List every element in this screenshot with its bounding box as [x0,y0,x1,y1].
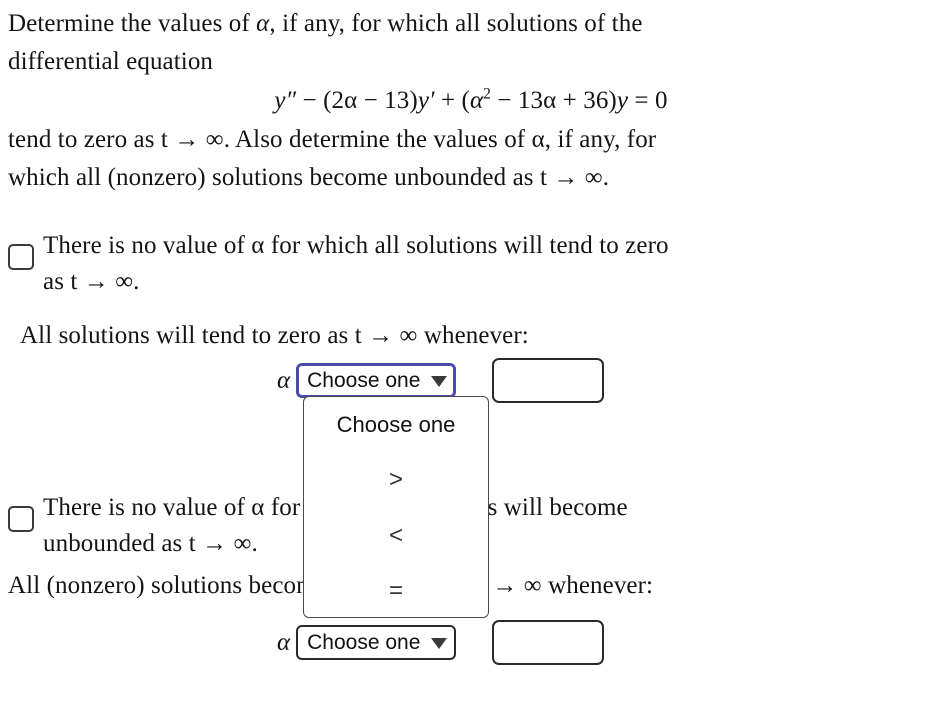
comparison-dropdown-list[interactable]: Choose one > < = [303,396,489,618]
part-a-checkbox-label: There is no value of α for which all sol… [43,228,669,300]
part-a-checkbox[interactable] [8,244,34,270]
differential-equation: y″ − (2α − 13)y′ + (α2 − 13α + 36)y = 0 [8,81,928,121]
stem-text-a: Determine the values of [8,10,257,37]
dropdown-option-choose-one[interactable]: Choose one [304,397,488,453]
part-b-alpha-label: α [277,628,291,656]
stem-line-4: which all (nonzero) solutions become unb… [8,164,610,191]
part-b-value-input[interactable] [492,620,605,665]
part-a-checkbox-label-line-1: There is no value of α for which all sol… [43,232,669,259]
eq-group-2-rest: − 13α + 36) [491,87,617,114]
chevron-down-icon [431,376,448,387]
eq-minus: − [302,87,317,114]
question-page: Determine the values of α, if any, for w… [0,0,936,706]
part-a-checkbox-label-line-2: as t → ∞. [43,268,140,295]
part-b-comparison-select[interactable]: Choose one [296,625,457,660]
eq-plus: + [440,87,456,114]
eq-equals-zero: = 0 [634,87,668,114]
stem-text-b: , if any, for which all solutions of the [269,10,643,37]
eq-alpha: α [469,87,484,114]
part-a-select-value: Choose one [307,368,421,392]
stem-line-3: tend to zero as t → ∞. Also determine th… [8,126,657,153]
eq-group-2-open: ( [461,87,470,114]
part-a-comparison-select[interactable]: Choose one [296,363,457,398]
eq-alpha-exponent: 2 [483,85,492,103]
part-b-checkbox[interactable] [8,506,34,532]
part-b-answer-row: α Choose one [277,620,605,665]
part-b-select-value: Choose one [307,630,421,654]
eq-group-1: (2α − 13) [323,87,418,114]
alpha-symbol-inline: α [256,10,270,37]
part-a-value-input[interactable] [492,358,605,403]
part-a-statement: All solutions will tend to zero as t → ∞… [20,322,529,349]
eq-y-double-prime: y″ [274,87,297,114]
dropdown-option-greater-than[interactable]: > [304,453,488,509]
problem-statement: Determine the values of α, if any, for w… [8,5,928,197]
dropdown-option-less-than[interactable]: < [304,508,488,564]
chevron-down-icon [431,638,448,649]
dropdown-option-equals[interactable]: = [304,564,488,618]
eq-y: y [616,87,629,114]
stem-line-2: differential equation [8,48,214,75]
stem-line-1: Determine the values of α, if any, for w… [8,5,928,43]
part-a-checkbox-row[interactable]: There is no value of α for which all sol… [8,228,928,300]
eq-y-prime: y′ [417,87,435,114]
part-a-alpha-label: α [277,366,291,394]
